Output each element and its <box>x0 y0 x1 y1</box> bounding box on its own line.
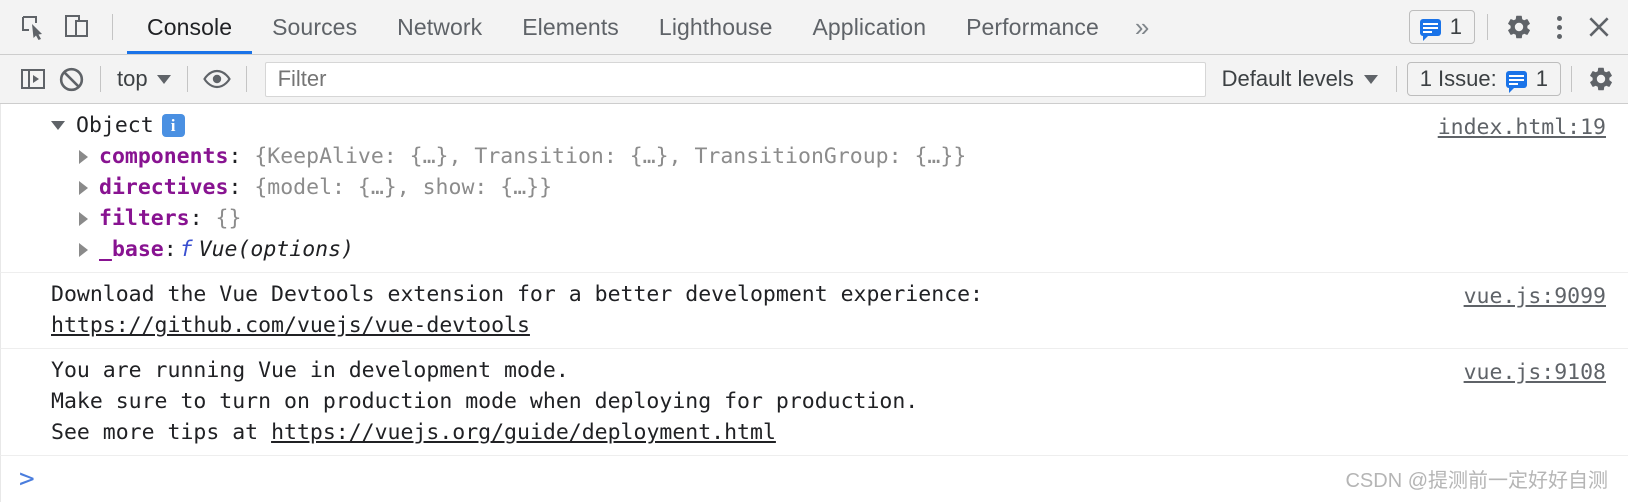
property-value: {KeepAlive: {…}, Transition: {…}, Transi… <box>254 144 967 169</box>
message-bubble-icon <box>1419 18 1441 41</box>
kebab-menu-icon[interactable] <box>1540 8 1578 46</box>
issue-bubble-icon <box>1505 70 1527 93</box>
object-property-row[interactable]: filters: {} <box>1 203 1628 234</box>
triangle-down-icon[interactable] <box>51 121 65 130</box>
log-line: Make sure to turn on production mode whe… <box>51 389 919 414</box>
watermark: CSDN @提测前一定好好自测 <box>1345 470 1608 492</box>
tab-application[interactable]: Application <box>792 0 946 54</box>
triangle-right-icon[interactable] <box>79 150 88 164</box>
tab-label: Application <box>812 13 927 40</box>
log-line: See more tips at https://vuejs.org/guide… <box>1 417 1628 448</box>
log-line: You are running Vue in development mode. <box>51 358 569 383</box>
external-link[interactable]: https://vuejs.org/guide/deployment.html <box>271 420 776 445</box>
toolbar-divider <box>186 66 188 92</box>
property-value: {model: {…}, show: {…}} <box>254 175 553 200</box>
function-keyword: f <box>179 237 193 262</box>
tabbar-left-tools <box>0 0 123 54</box>
console-message-log[interactable]: vue.js:9108 You are running Vue in devel… <box>0 349 1628 456</box>
source-link[interactable]: vue.js:9108 <box>1464 357 1606 388</box>
message-count-badge[interactable]: 1 <box>1408 10 1475 44</box>
prompt-chevron-icon: > <box>19 464 35 494</box>
property-name: filters <box>99 206 190 231</box>
console-sidebar-icon[interactable] <box>14 60 52 98</box>
tab-label: Lighthouse <box>658 13 773 40</box>
triangle-right-icon[interactable] <box>79 181 88 195</box>
console-message-object[interactable]: index.html:19 Object i components: {Keep… <box>0 104 1628 273</box>
function-signature: Vue(options) <box>198 237 354 262</box>
device-toolbar-icon[interactable] <box>58 8 96 46</box>
toolbar-divider <box>1487 14 1488 40</box>
object-property-row[interactable]: directives: {model: {…}, show: {…}} <box>1 172 1628 203</box>
info-icon[interactable]: i <box>161 114 185 137</box>
issues-count: 1 <box>1535 66 1548 91</box>
console-toolbar: top Filter Default levels 1 Issue: 1 <box>0 55 1628 104</box>
devtools-tab-bar: Console Sources Network Elements Lightho… <box>0 0 1628 55</box>
tab-network[interactable]: Network <box>377 0 502 54</box>
tab-label: Console <box>147 13 233 40</box>
message-count: 1 <box>1449 14 1462 39</box>
external-link[interactable]: https://github.com/vuejs/vue-devtools <box>51 313 530 338</box>
tabbar-right-tools: 1 <box>1408 0 1628 54</box>
property-name: _base <box>99 237 164 262</box>
close-icon[interactable] <box>1580 8 1618 46</box>
toolbar-divider <box>245 66 247 92</box>
tab-performance[interactable]: Performance <box>946 0 1119 54</box>
chevron-down-icon <box>1363 74 1378 84</box>
object-root-row[interactable]: Object i <box>1 110 1628 141</box>
clear-console-icon[interactable] <box>52 60 90 98</box>
source-link[interactable]: vue.js:9099 <box>1464 281 1606 312</box>
console-output: index.html:19 Object i components: {Keep… <box>0 104 1628 503</box>
execution-context-value: top <box>117 66 148 91</box>
log-line: https://github.com/vuejs/vue-devtools <box>1 310 1628 341</box>
issues-badge[interactable]: 1 Issue: 1 <box>1406 62 1561 96</box>
live-expression-icon[interactable] <box>198 60 236 98</box>
log-line: Download the Vue Devtools extension for … <box>51 282 983 307</box>
gear-icon[interactable] <box>1500 8 1538 46</box>
log-line-prefix: See more tips at <box>51 420 272 445</box>
tab-label: Performance <box>966 13 1099 40</box>
filter-input[interactable]: Filter <box>264 61 1206 97</box>
tab-label: Network <box>397 13 483 40</box>
toolbar-divider <box>100 66 101 92</box>
execution-context-select[interactable]: top <box>111 66 177 92</box>
object-label: Object <box>76 113 154 138</box>
tab-sources[interactable]: Sources <box>252 0 377 54</box>
toolbar-divider <box>112 14 113 40</box>
tab-label: Sources <box>272 13 358 40</box>
log-levels-select[interactable]: Default levels <box>1214 66 1386 92</box>
console-settings-gear-icon[interactable] <box>1582 60 1620 98</box>
toolbar-divider <box>1395 66 1397 92</box>
tab-elements[interactable]: Elements <box>502 0 639 54</box>
property-value: {} <box>215 206 242 231</box>
object-property-row[interactable]: components: {KeepAlive: {…}, Transition:… <box>1 141 1628 172</box>
object-property-row[interactable]: _base: f Vue(options) <box>1 234 1628 265</box>
property-name: directives <box>99 175 229 200</box>
filter-placeholder: Filter <box>277 66 327 91</box>
tab-lighthouse[interactable]: Lighthouse <box>639 0 793 54</box>
console-message-log[interactable]: vue.js:9099 Download the Vue Devtools ex… <box>0 273 1628 349</box>
more-tabs-icon[interactable]: » <box>1119 0 1166 54</box>
inspect-element-icon[interactable] <box>14 8 52 46</box>
property-name: components <box>99 144 229 169</box>
tab-console[interactable]: Console <box>127 0 253 54</box>
triangle-right-icon[interactable] <box>79 243 88 257</box>
log-levels-value: Default levels <box>1221 66 1354 91</box>
issues-label: 1 Issue: <box>1419 66 1497 91</box>
tab-label: Elements <box>522 13 619 40</box>
toolbar-divider <box>1571 66 1572 92</box>
chevron-down-icon <box>156 74 171 84</box>
triangle-right-icon[interactable] <box>79 212 88 226</box>
more-tabs-label: » <box>1134 11 1150 42</box>
source-link[interactable]: index.html:19 <box>1438 112 1606 143</box>
panel-tabs: Console Sources Network Elements Lightho… <box>127 0 1165 54</box>
